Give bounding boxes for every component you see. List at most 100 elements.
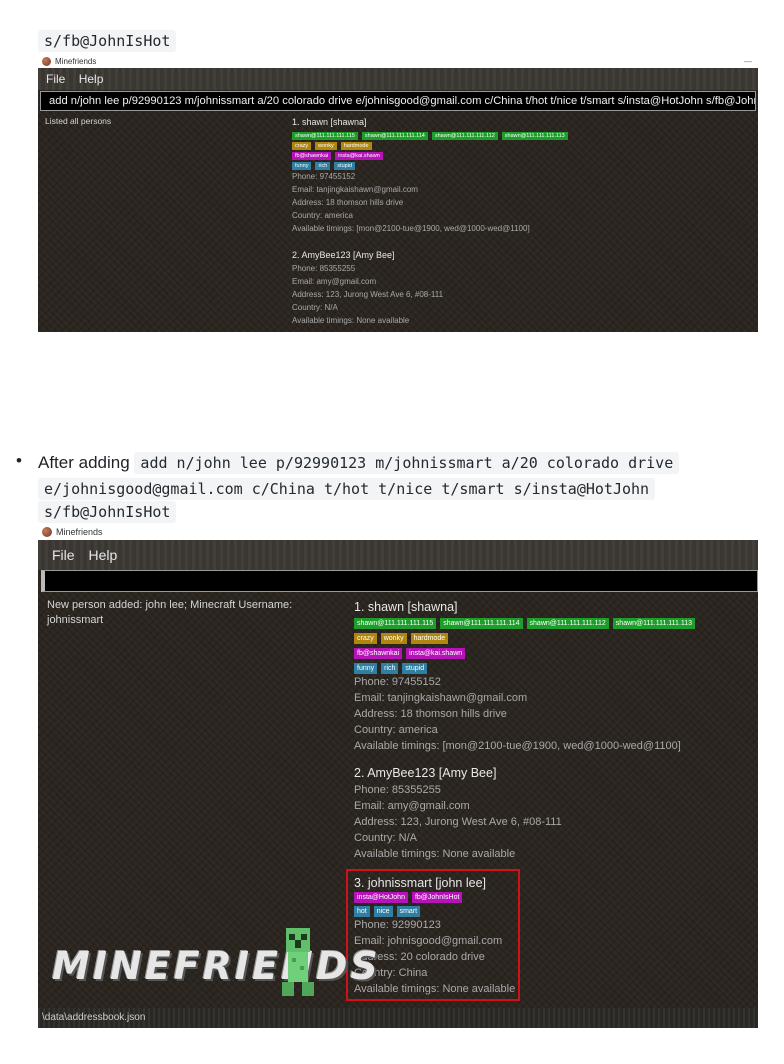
menu-file[interactable]: File [46,72,65,86]
caption-code-line3: s/fb@JohnIsHot [38,501,177,523]
timing-tag: stupid [334,162,356,170]
tag: smart [396,906,421,917]
person-card[interactable]: 1. shawn [shawna] shawn@111.111.111.115 … [292,116,568,235]
caption-code-line2: e/johnisgood@gmail.com c/China t/hot t/n… [38,478,656,500]
person-country: Country: N/A [292,303,338,312]
minefriends-logo: MINEFRIENDS [52,944,381,988]
tag: wonky [315,142,337,150]
status-bar: \data\addressbook.json [38,1008,758,1028]
app-window-before: Minefriends — File Help add n/john lee p… [38,54,758,332]
command-input[interactable] [41,570,758,592]
ip-tag: shawn@111.111.111.112 [431,132,498,140]
minefriends-app-icon [42,56,51,66]
person-address: Address: 18 thomson hills drive [354,708,507,720]
tag-row: crazy wonky hardmode [292,142,568,150]
person-timings: Available timings: [mon@2100-tue@1900, w… [292,224,530,233]
social-tag: insta@HotJohn [354,892,408,903]
person-country: Country: N/A [354,832,417,844]
person-name: 2. AmyBee123 [Amy Bee] [292,250,395,260]
social-tag: fb@shawnkai [292,152,332,160]
ip-tag: shawn@111.111.111.113 [612,618,696,629]
person-email: Email: tanjingkaishawn@gmail.com [292,185,418,194]
timing-tag-row: hot nice smart [354,906,515,917]
title-bar: Minefriends [38,524,758,540]
menu-bar: File Help [38,68,758,90]
timing-tag: funny [292,162,312,170]
title-bar: Minefriends — [38,54,758,68]
tag: crazy [292,142,312,150]
status-file-path: \data\addressbook.json [42,1012,146,1023]
person-name: 3. johnissmart [john lee] [354,876,487,890]
tag: hardmode [410,633,449,644]
social-tag-row: insta@HotJohn fb@JohnIsHot [354,892,515,903]
person-phone: Phone: 85355255 [354,784,441,796]
ip-tag: shawn@111.111.111.112 [526,618,609,629]
ip-tag-row: shawn@111.111.111.115 shawn@111.111.111.… [354,618,696,629]
person-name: 1. shawn [shawna] [354,600,458,614]
menu-bar: File Help [38,540,758,570]
person-country: Country: america [292,211,353,220]
person-address: Address: 123, Jurong West Ave 6, #08-111 [354,816,562,828]
caption: After adding add n/john lee p/92990123 m… [38,450,680,476]
tag: crazy [354,633,377,644]
person-phone: Phone: 97455152 [354,676,441,688]
timing-tag-row: funny rich stupid [354,663,695,674]
social-tag: fb@JohnIsHot [411,892,463,903]
person-phone: Phone: 92990123 [354,919,441,931]
tag: wonky [380,633,407,644]
person-card[interactable]: 2. AmyBee123 [Amy Bee] Phone: 85355255 E… [292,249,443,327]
ip-tag: shawn@111.111.111.114 [440,618,523,629]
person-card[interactable]: 2. AmyBee123 [Amy Bee] Phone: 85355255 E… [354,764,562,862]
person-email: Email: tanjingkaishawn@gmail.com [354,692,528,704]
person-email: Email: amy@gmail.com [354,800,470,812]
person-country: Country: america [354,724,438,736]
person-address: Address: 123, Jurong West Ave 6, #08-111 [292,290,444,299]
tag-row: crazy wonky hardmode [354,633,695,644]
person-timings: Available timings: [mon@2100-tue@1900, w… [354,740,681,752]
person-phone: Phone: 85355255 [292,264,356,273]
result-line: New person added: john lee; Minecraft Us… [47,599,293,611]
window-title: Minefriends [55,56,97,66]
social-tag: fb@shawnkai [354,648,403,659]
caption-line3-wrap: s/fb@JohnIsHot [38,501,177,523]
caption-lead: After adding [38,453,130,472]
person-timings: Available timings: None available [354,848,516,860]
ip-tag: shawn@111.111.111.113 [501,132,568,140]
social-tag: insta@kai.shawn [406,648,466,659]
ip-tag: shawn@111.111.111.115 [354,618,437,629]
menu-help[interactable]: Help [88,547,117,563]
result-line: johnissmart [47,614,104,626]
person-email: Email: amy@gmail.com [292,277,377,286]
minefriends-app-icon [42,527,52,537]
person-timings: Available timings: None available [292,316,410,325]
caption-line2-wrap: e/johnisgood@gmail.com c/China t/hot t/n… [38,476,656,502]
person-address: Address: 18 thomson hills drive [292,198,404,207]
result-display: Listed all persons [45,116,112,126]
tag: hot [354,906,370,917]
menu-help[interactable]: Help [79,72,104,86]
social-tag-row: fb@shawnkai insta@kai.shawn [292,152,568,160]
app-window-after: Minefriends File Help New person added: … [38,524,758,1028]
caption-code-line1: add n/john lee p/92990123 m/johnissmart … [134,452,680,474]
ip-tag: shawn@111.111.111.114 [361,132,428,140]
timing-tag: stupid [402,663,428,674]
social-tag: insta@kai.shawn [335,152,383,160]
person-name: 2. AmyBee123 [Amy Bee] [354,766,497,780]
result-display: New person added: john lee; Minecraft Us… [47,598,292,628]
tag: hardmode [340,142,372,150]
menu-file[interactable]: File [52,547,75,563]
person-card[interactable]: 1. shawn [shawna] shawn@111.111.111.115 … [354,598,696,754]
command-input[interactable]: add n/john lee p/92990123 m/johnissmart … [40,91,756,111]
person-name: 1. shawn [shawna] [292,117,367,127]
timing-tag: funny [354,663,378,674]
minimize-button[interactable]: — [744,57,752,66]
ip-tag: shawn@111.111.111.115 [292,132,358,140]
caption-bullet: • [16,451,22,470]
timing-tag: rich [381,663,399,674]
timing-tag: rich [315,162,331,170]
person-phone: Phone: 97455152 [292,172,356,181]
creeper-mascot-icon [282,928,314,996]
timing-tag-row: funny rich stupid [292,162,568,170]
code-snippet-tail: s/fb@JohnIsHot [38,30,177,52]
tag: nice [373,906,393,917]
